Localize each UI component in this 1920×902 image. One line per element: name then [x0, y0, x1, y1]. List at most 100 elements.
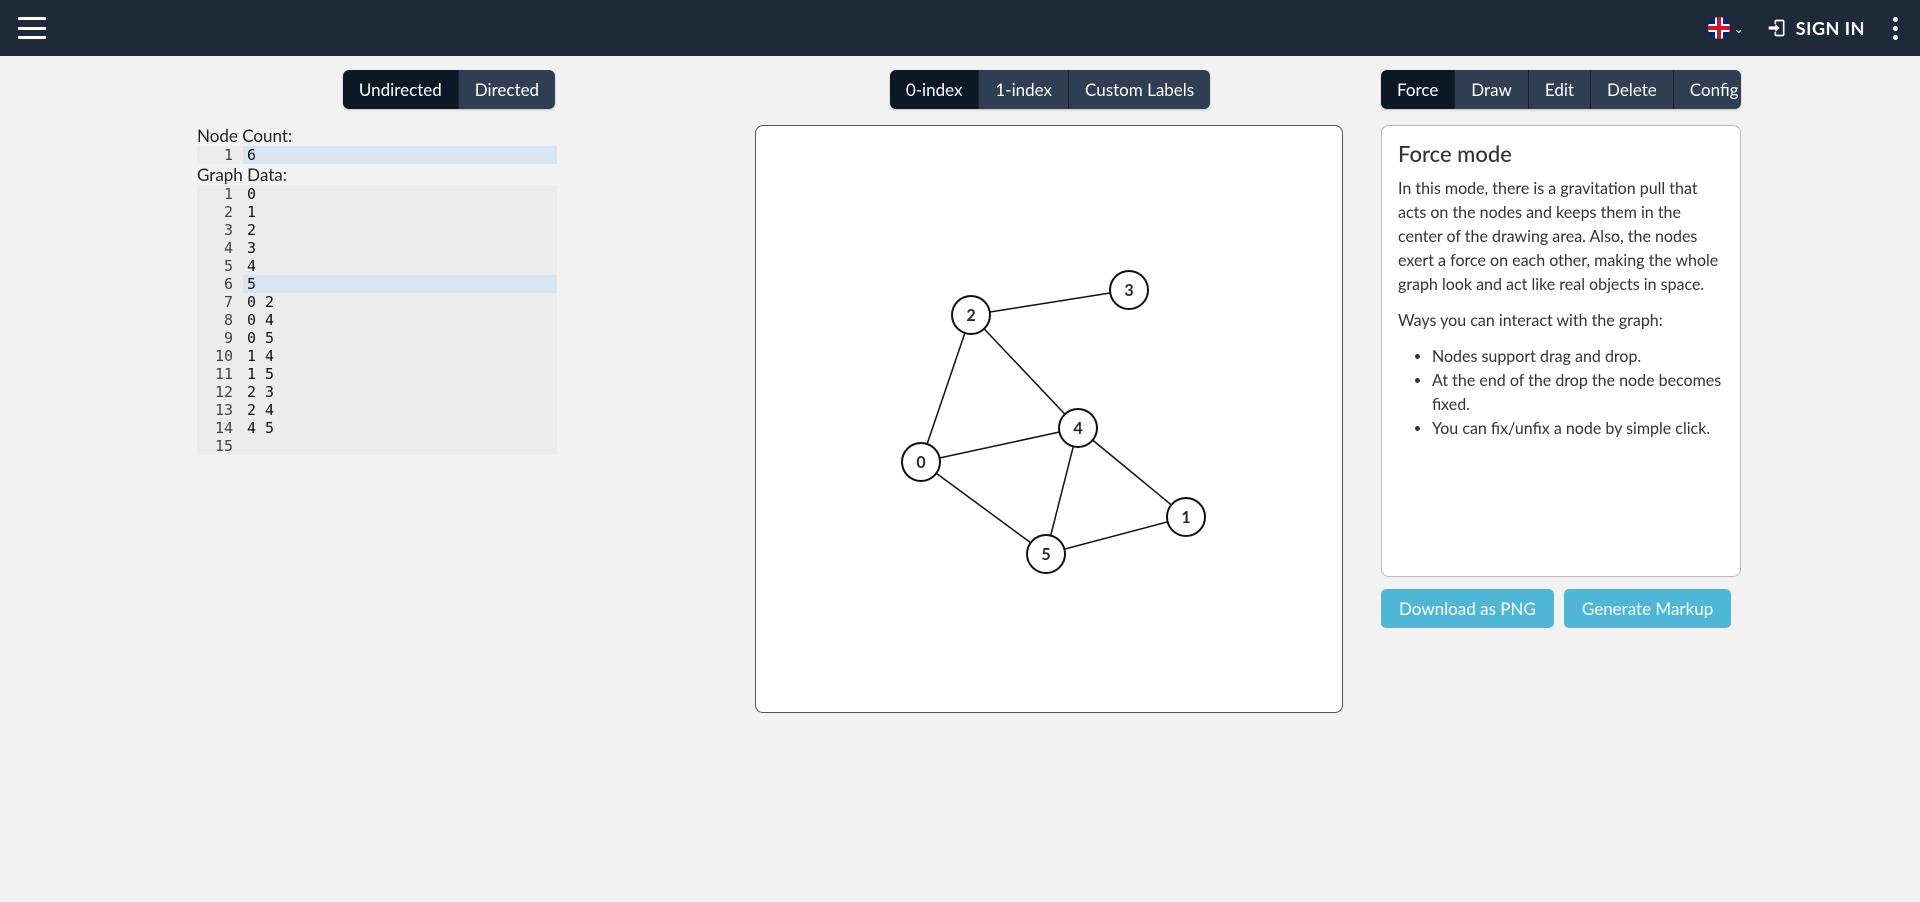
graph-canvas[interactable]: 0 1 2 3 4 5	[755, 125, 1343, 713]
uk-flag-icon	[1708, 17, 1730, 39]
edge-layer	[756, 126, 1344, 714]
draw-mode-button[interactable]: Draw	[1454, 70, 1528, 109]
force-mode-button[interactable]: Force	[1381, 70, 1454, 109]
undirected-button[interactable]: Undirected	[343, 70, 458, 109]
graph-edge	[971, 315, 1078, 428]
zero-index-button[interactable]: 0-index	[890, 70, 979, 109]
editor-line[interactable]: 132 4	[197, 401, 557, 419]
graph-data-label: Graph Data:	[197, 164, 719, 185]
line-content: 2	[243, 221, 557, 239]
line-content: 0	[243, 185, 557, 203]
directed-button[interactable]: Directed	[458, 70, 555, 109]
graph-node-5[interactable]: 5	[1026, 534, 1066, 574]
editor-line[interactable]: 80 4	[197, 311, 557, 329]
editor-line[interactable]: 65	[197, 275, 557, 293]
line-content: 6	[243, 146, 557, 164]
info-bullet: At the end of the drop the node becomes …	[1432, 369, 1724, 417]
line-number: 15	[197, 437, 243, 455]
line-content: 5	[243, 275, 557, 293]
graph-node-1[interactable]: 1	[1166, 497, 1206, 537]
editor-line[interactable]: 16	[197, 146, 557, 164]
kebab-menu-icon[interactable]	[1889, 13, 1902, 44]
line-number: 1	[197, 185, 243, 203]
line-number: 1	[197, 146, 243, 164]
graph-node-2[interactable]: 2	[951, 295, 991, 335]
editor-line[interactable]: 32	[197, 221, 557, 239]
generate-markup-button[interactable]: Generate Markup	[1564, 589, 1731, 628]
left-column: Undirected Directed Node Count: 16 Graph…	[179, 70, 719, 713]
graph-node-0[interactable]: 0	[901, 442, 941, 482]
editor-line[interactable]: 144 5	[197, 419, 557, 437]
mode-toggle: Force Draw Edit Delete Config	[1381, 70, 1741, 109]
graph-edge	[971, 290, 1129, 315]
info-para2: Ways you can interact with the graph:	[1398, 309, 1724, 333]
node-count-label: Node Count:	[197, 125, 719, 146]
index-mode-toggle: 0-index 1-index Custom Labels	[890, 70, 1210, 109]
line-content: 1 4	[243, 347, 557, 365]
line-number: 11	[197, 365, 243, 383]
line-content: 2 3	[243, 383, 557, 401]
line-content: 0 5	[243, 329, 557, 347]
editor-line[interactable]: 43	[197, 239, 557, 257]
line-number: 8	[197, 311, 243, 329]
line-number: 2	[197, 203, 243, 221]
info-bullets: Nodes support drag and drop.At the end o…	[1398, 345, 1724, 441]
one-index-button[interactable]: 1-index	[978, 70, 1068, 109]
info-panel: Force mode In this mode, there is a grav…	[1381, 125, 1741, 577]
sign-in-icon	[1766, 18, 1788, 38]
editor-line[interactable]: 21	[197, 203, 557, 221]
line-content: 1	[243, 203, 557, 221]
edit-mode-button[interactable]: Edit	[1528, 70, 1590, 109]
graph-data-editor[interactable]: 10213243546570 280 490 5101 4111 5122 31…	[197, 185, 557, 455]
chevron-down-icon: ⌄	[1734, 21, 1744, 36]
editor-line[interactable]: 122 3	[197, 383, 557, 401]
line-number: 5	[197, 257, 243, 275]
config-mode-button[interactable]: Config	[1673, 70, 1741, 109]
editor-line[interactable]: 54	[197, 257, 557, 275]
info-bullet: Nodes support drag and drop.	[1432, 345, 1724, 369]
editor-line[interactable]: 101 4	[197, 347, 557, 365]
line-number: 7	[197, 293, 243, 311]
line-number: 3	[197, 221, 243, 239]
editor-line[interactable]: 10	[197, 185, 557, 203]
line-content: 4	[243, 257, 557, 275]
right-column: Force Draw Edit Delete Config Force mode…	[1381, 70, 1741, 713]
line-number: 14	[197, 419, 243, 437]
line-content: 2 4	[243, 401, 557, 419]
graph-type-toggle: Undirected Directed	[343, 70, 555, 109]
sign-in-label: SIGN IN	[1796, 17, 1865, 39]
editor-line[interactable]: 70 2	[197, 293, 557, 311]
editor-line[interactable]: 111 5	[197, 365, 557, 383]
line-number: 10	[197, 347, 243, 365]
editor-line[interactable]: 90 5	[197, 329, 557, 347]
center-column: 0-index 1-index Custom Labels 0 1 2 3 4 5	[755, 70, 1345, 713]
custom-labels-button[interactable]: Custom Labels	[1068, 70, 1210, 109]
info-bullet: You can fix/unfix a node by simple click…	[1432, 417, 1724, 441]
line-number: 6	[197, 275, 243, 293]
editor-line[interactable]: 15	[197, 437, 557, 455]
download-png-button[interactable]: Download as PNG	[1381, 589, 1554, 628]
graph-edge	[921, 315, 971, 462]
top-bar: ⌄ SIGN IN	[0, 0, 1920, 56]
line-content	[243, 437, 557, 455]
node-count-editor[interactable]: 16	[197, 146, 557, 164]
line-number: 12	[197, 383, 243, 401]
line-content: 4 5	[243, 419, 557, 437]
info-title: Force mode	[1398, 140, 1724, 167]
line-number: 13	[197, 401, 243, 419]
graph-node-3[interactable]: 3	[1109, 270, 1149, 310]
language-selector[interactable]: ⌄	[1708, 17, 1744, 39]
graph-edge	[921, 428, 1078, 462]
graph-node-4[interactable]: 4	[1058, 408, 1098, 448]
line-content: 0 2	[243, 293, 557, 311]
delete-mode-button[interactable]: Delete	[1590, 70, 1673, 109]
line-number: 9	[197, 329, 243, 347]
graph-edge	[1046, 517, 1186, 554]
line-content: 1 5	[243, 365, 557, 383]
graph-edge	[921, 462, 1046, 554]
line-content: 3	[243, 239, 557, 257]
hamburger-icon[interactable]	[18, 17, 46, 39]
info-para1: In this mode, there is a gravitation pul…	[1398, 177, 1724, 297]
sign-in-button[interactable]: SIGN IN	[1766, 17, 1865, 39]
line-content: 0 4	[243, 311, 557, 329]
